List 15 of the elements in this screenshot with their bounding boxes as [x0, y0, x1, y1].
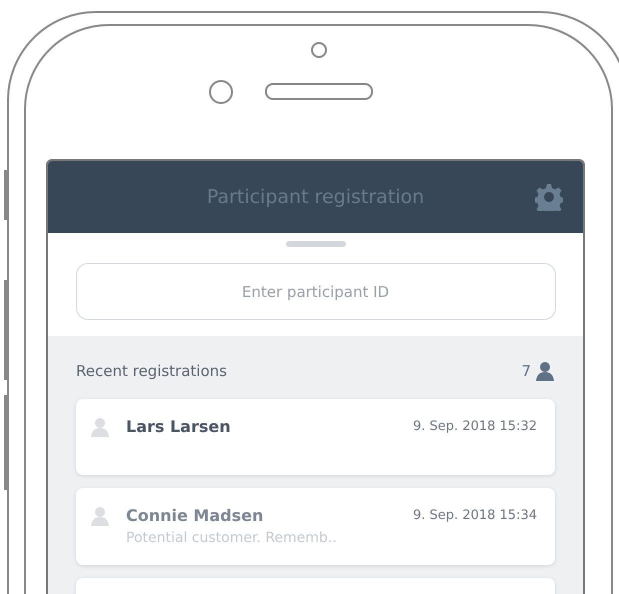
participant-name: Connie Madsen	[126, 504, 264, 526]
participant-name: Lars Larsen	[126, 416, 231, 438]
registration-time: 9. Sep. 2018 15:34	[413, 506, 537, 525]
person-icon	[90, 416, 110, 436]
registration-note: Potential customer. Rememb..	[126, 528, 338, 548]
person-icon	[535, 361, 555, 382]
participant-id-field[interactable]: Enter participant ID	[76, 263, 556, 320]
person-icon	[90, 506, 110, 526]
drag-handle[interactable]	[286, 241, 346, 247]
section-label: Recent registrations	[76, 361, 227, 382]
registration-time: 9. Sep. 2018 15:32	[413, 418, 537, 436]
registration-card[interactable]: Lars Larsen 9. Sep. 2018 15:32	[76, 398, 555, 474]
settings-icon[interactable]	[535, 183, 563, 211]
registration-count: 7	[521, 361, 531, 382]
registration-card[interactable]: Connie Madsen 9. Sep. 2018 15:34 Potential customer. Rememb..	[76, 488, 555, 564]
